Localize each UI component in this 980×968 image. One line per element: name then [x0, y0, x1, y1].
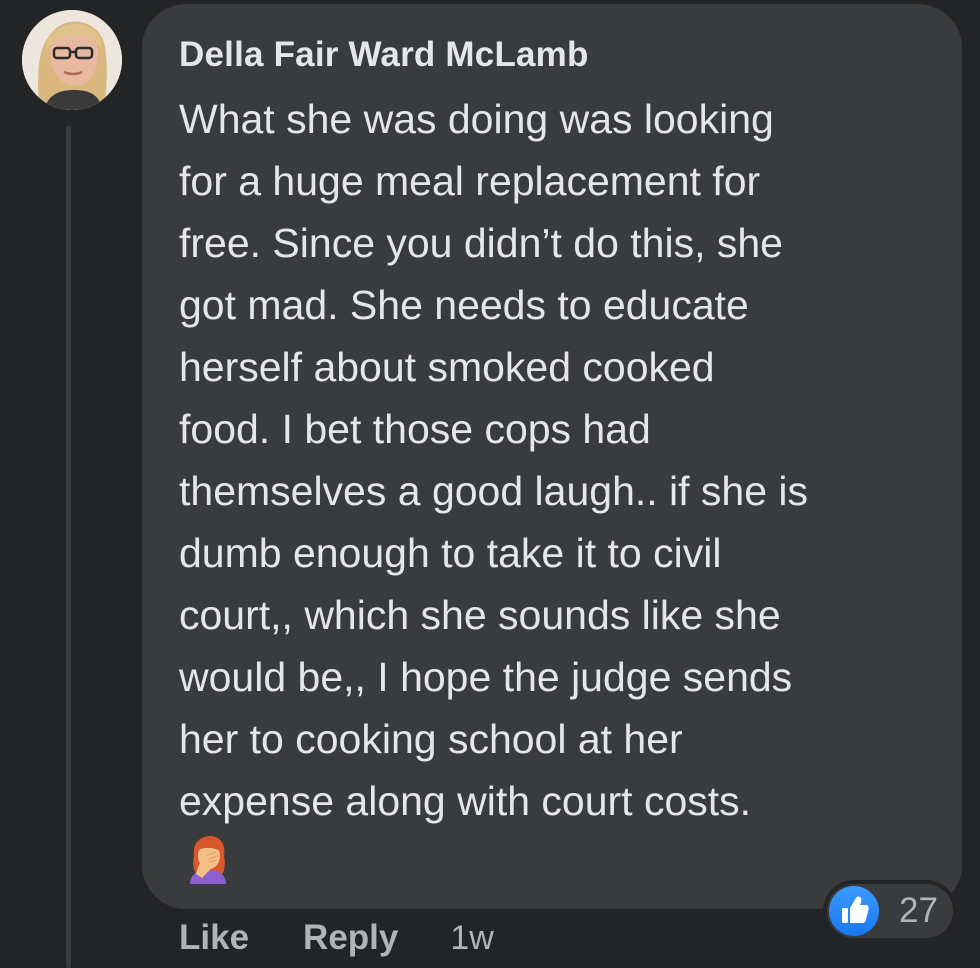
- comment-actions: Like Reply 1w: [179, 913, 494, 963]
- reaction-count: 27: [899, 891, 938, 930]
- comment-text-line: court,, which she sounds like she: [179, 592, 781, 638]
- comment-author-name[interactable]: Della Fair Ward McLamb: [179, 34, 932, 76]
- reaction-summary[interactable]: 27: [823, 880, 957, 942]
- comment-text-line: got mad. She needs to educate: [179, 282, 749, 328]
- comment-text-line: What she was doing was looking: [179, 96, 774, 142]
- comment-text: What she was doing was looking for a hug…: [179, 88, 925, 832]
- woman-facepalming-icon: [190, 836, 226, 884]
- comment-text-line: food. I bet those cops had: [179, 406, 651, 452]
- comment-text-line: free. Since you didn’t do this, she: [179, 220, 783, 266]
- comment-text-line: her to cooking school at her: [179, 716, 683, 762]
- like-thumbs-up-icon: [829, 886, 879, 936]
- avatar-photo: [22, 10, 122, 110]
- comment-bubble: Della Fair Ward McLamb What she was doin…: [142, 4, 962, 909]
- comment-text-line: dumb enough to take it to civil: [179, 530, 722, 576]
- comment-text-line: herself about smoked cooked: [179, 344, 715, 390]
- thread-connector-line: [66, 126, 71, 968]
- comment-thread: Della Fair Ward McLamb What she was doin…: [0, 0, 980, 968]
- reply-button[interactable]: Reply: [303, 918, 398, 958]
- like-button[interactable]: Like: [179, 918, 249, 958]
- comment-timestamp[interactable]: 1w: [450, 919, 493, 958]
- avatar[interactable]: [22, 10, 122, 110]
- comment-text-line: expense along with court costs.: [179, 778, 752, 824]
- comment-text-line: themselves a good laugh.. if she is: [179, 468, 809, 514]
- comment-text-line: would be,, I hope the judge sends: [179, 654, 793, 700]
- comment-text-line: for a huge meal replacement for: [179, 158, 761, 204]
